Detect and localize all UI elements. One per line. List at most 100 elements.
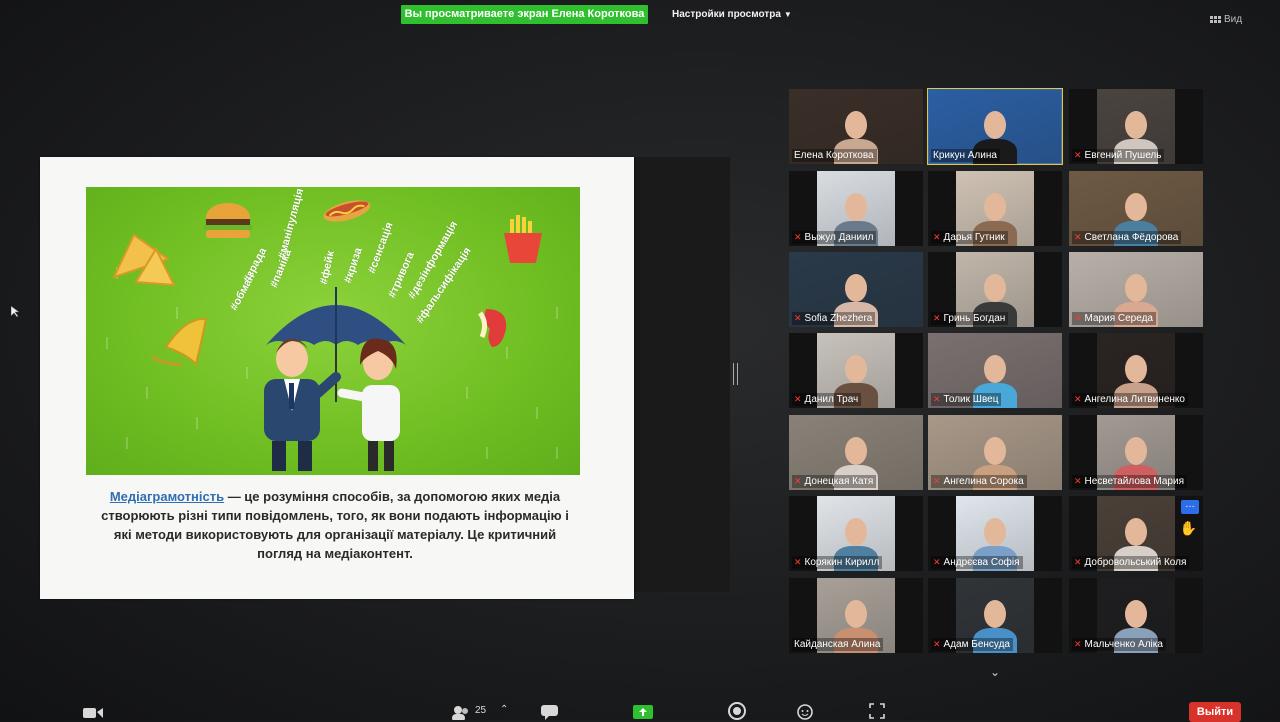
- muted-mic-icon: ✕: [933, 232, 941, 242]
- participant-tile[interactable]: Крикун Алина: [927, 88, 1063, 165]
- participant-name-text: Крикун Алина: [933, 150, 997, 161]
- participants-icon[interactable]: [450, 702, 472, 720]
- view-toggle-button[interactable]: Вид: [1210, 14, 1242, 25]
- participant-name: ✕ Евгений Пушель: [1072, 149, 1165, 162]
- participant-tile[interactable]: ✕ Толик Швец: [928, 333, 1062, 408]
- participant-tile[interactable]: Елена Короткова: [789, 89, 923, 164]
- participant-tile[interactable]: ✕ Sofia Zhezhera: [789, 252, 923, 327]
- muted-mic-icon: ✕: [933, 639, 941, 649]
- participant-name: ✕ Адам Бенсуда: [931, 638, 1013, 651]
- participant-name-text: Донецкая Катя: [804, 476, 874, 487]
- muted-mic-icon: ✕: [1074, 394, 1082, 404]
- apple-core-icon: [477, 309, 507, 347]
- caption-term-link[interactable]: Медіаграмотність: [110, 489, 224, 504]
- participant-name-text: Ангелина Литвиненко: [1084, 394, 1185, 405]
- participant-name-text: Мальченко Аліка: [1084, 639, 1163, 650]
- leave-meeting-button[interactable]: Выйти: [1189, 702, 1241, 722]
- shared-screen-slide: #обман #зрада #паніка #маніпуляція #фейк…: [40, 157, 634, 599]
- participant-name: ✕ Мария Середа: [1072, 312, 1156, 325]
- participant-name: ✕ Ангелина Сорока: [931, 475, 1027, 488]
- participant-name-text: Несветайлова Мария: [1084, 476, 1184, 487]
- muted-mic-icon: ✕: [1074, 232, 1082, 242]
- participant-tile[interactable]: ✕ Гринь Богдан: [928, 252, 1062, 327]
- participant-name: ✕ Гринь Богдан: [931, 312, 1009, 325]
- participant-name: ✕ Добровольський Коля: [1072, 556, 1190, 569]
- participants-count: 25: [475, 705, 487, 716]
- banana-peel-icon: [151, 317, 208, 367]
- muted-mic-icon: ✕: [794, 394, 802, 404]
- participant-name: ✕ Корякин Кирилл: [792, 556, 883, 569]
- participant-tile[interactable]: ✕ Выжул Даниил: [789, 171, 923, 246]
- screen-share-banner: Вы просматриваете экран Елена Короткова: [401, 5, 648, 24]
- participant-name: ✕ Данил Трач: [792, 393, 862, 406]
- split-resize-handle[interactable]: [733, 363, 738, 385]
- participant-name: ✕ Ангелина Литвиненко: [1072, 393, 1188, 406]
- burger-icon: [204, 203, 252, 238]
- participant-tile[interactable]: ✕ Адам Бенсуда: [928, 578, 1062, 653]
- illustration-art: [106, 200, 558, 471]
- participant-name-text: Светлана Фёдорова: [1084, 232, 1179, 243]
- participant-name-text: Гринь Богдан: [943, 313, 1006, 324]
- man-figure: [264, 339, 341, 471]
- participant-tile[interactable]: ✕ Донецкая Катя: [789, 415, 923, 490]
- participant-name-text: Выжул Даниил: [804, 232, 874, 243]
- grid-view-icon: [1210, 16, 1221, 23]
- share-screen-icon[interactable]: [632, 702, 654, 720]
- chevron-up-icon[interactable]: ⌃: [500, 704, 508, 715]
- chat-icon[interactable]: [540, 702, 560, 720]
- muted-mic-icon: ✕: [933, 313, 941, 323]
- participant-name: ✕ Дарья Гутник: [931, 231, 1008, 244]
- muted-mic-icon: ✕: [933, 557, 941, 567]
- slide-illustration: #обман #зрада #паніка #маніпуляція #фейк…: [86, 187, 580, 475]
- participant-tile[interactable]: ✕ Данил Трач: [789, 333, 923, 408]
- record-icon[interactable]: [728, 702, 746, 720]
- hotdog-icon: [323, 200, 371, 222]
- participant-name: ✕ Донецкая Катя: [792, 475, 877, 488]
- muted-mic-icon: ✕: [1074, 313, 1082, 323]
- muted-mic-icon: ✕: [1074, 557, 1082, 567]
- participant-name: Елена Короткова: [792, 149, 877, 162]
- participant-name-text: Добровольський Коля: [1084, 557, 1187, 568]
- participant-tile[interactable]: ✕ Добровольський Коля … ✋: [1069, 496, 1203, 571]
- reactions-icon[interactable]: [796, 702, 814, 720]
- chevron-down-icon[interactable]: ⌄: [990, 665, 1000, 679]
- muted-mic-icon: ✕: [794, 476, 802, 486]
- more-options-icon[interactable]: …: [1181, 500, 1199, 514]
- muted-mic-icon: ✕: [794, 232, 802, 242]
- chevron-down-icon: ▼: [783, 10, 792, 19]
- muted-mic-icon: ✕: [794, 557, 802, 567]
- participant-tile[interactable]: ✕ Евгений Пушель: [1069, 89, 1203, 164]
- participant-name-text: Андрєєва Софія: [943, 557, 1020, 568]
- muted-mic-icon: ✕: [1074, 639, 1082, 649]
- view-options-label: Настройки просмотра: [672, 9, 781, 20]
- participant-name: ✕ Выжул Даниил: [792, 231, 877, 244]
- participant-name: ✕ Sofia Zhezhera: [792, 312, 876, 325]
- participant-name-text: Дарья Гутник: [943, 232, 1005, 243]
- participant-name: ✕ Мальченко Аліка: [1072, 638, 1166, 651]
- participant-tile[interactable]: ✕ Дарья Гутник: [928, 171, 1062, 246]
- view-toggle-label: Вид: [1224, 14, 1243, 25]
- fullscreen-icon[interactable]: [868, 702, 886, 720]
- muted-mic-icon: ✕: [1074, 150, 1082, 160]
- video-camera-icon[interactable]: [82, 702, 104, 720]
- participant-name-text: Мария Середа: [1084, 313, 1153, 324]
- participant-tile[interactable]: ✕ Корякин Кирилл: [789, 496, 923, 571]
- muted-mic-icon: ✕: [933, 476, 941, 486]
- participant-name: ✕ Толик Швец: [931, 393, 1002, 406]
- woman-figure: [337, 338, 400, 471]
- participant-tile[interactable]: ✕ Несветайлова Мария: [1069, 415, 1203, 490]
- participant-tile[interactable]: ✕ Светлана Фёдорова: [1069, 171, 1203, 246]
- participant-tile[interactable]: Кайданская Алина: [789, 578, 923, 653]
- participant-tile[interactable]: ✕ Ангелина Сорока: [928, 415, 1062, 490]
- participant-tile[interactable]: ✕ Андрєєва Софія: [928, 496, 1062, 571]
- fries-icon: [504, 215, 542, 263]
- participant-tile[interactable]: ✕ Мария Середа: [1069, 252, 1203, 327]
- participant-tile[interactable]: ✕ Ангелина Литвиненко: [1069, 333, 1203, 408]
- participant-name-text: Евгений Пушель: [1084, 150, 1162, 161]
- muted-mic-icon: ✕: [794, 313, 802, 323]
- participant-tile[interactable]: ✕ Мальченко Аліка: [1069, 578, 1203, 653]
- participant-name-text: Толик Швец: [943, 394, 999, 405]
- view-options-menu[interactable]: Настройки просмотра ▼: [672, 9, 792, 20]
- muted-mic-icon: ✕: [933, 394, 941, 404]
- participant-name: ✕ Светлана Фёдорова: [1072, 231, 1182, 244]
